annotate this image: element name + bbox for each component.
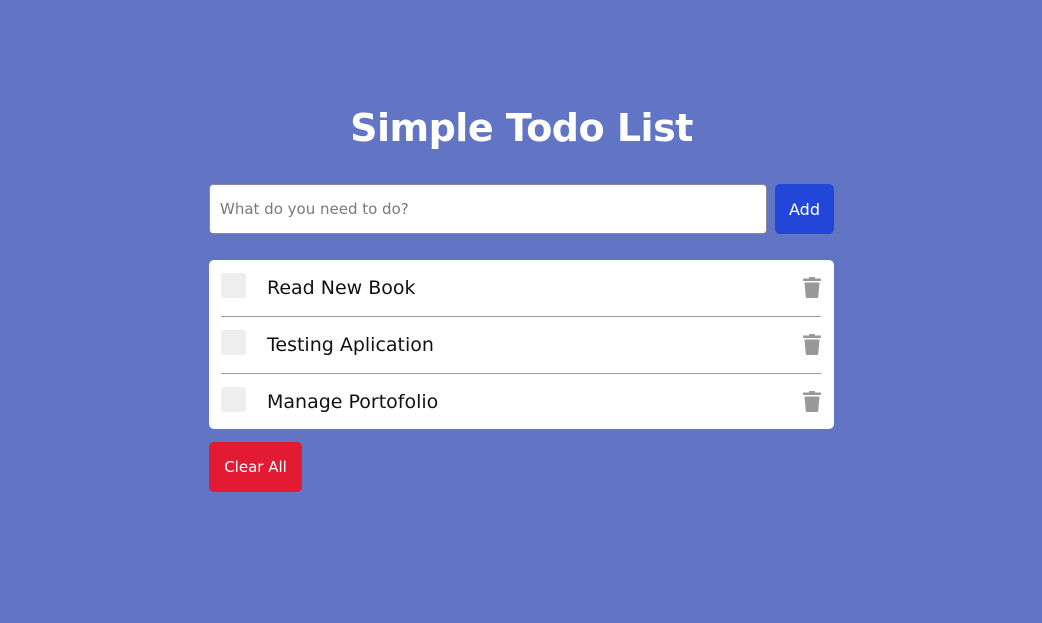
todo-checkbox[interactable] — [221, 387, 246, 412]
todo-text: Manage Portofolio — [267, 391, 439, 413]
todo-list: Read New Book Testing Aplication Manage … — [209, 260, 834, 429]
todo-checkbox[interactable] — [221, 330, 246, 355]
trash-icon[interactable] — [803, 391, 821, 412]
todo-app: Simple Todo List Add Read New Book Testi… — [209, 102, 834, 492]
clear-all-button[interactable]: Clear All — [209, 442, 302, 492]
todo-text: Testing Aplication — [267, 334, 434, 356]
todo-checkbox[interactable] — [221, 273, 246, 298]
trash-icon[interactable] — [803, 277, 821, 298]
todo-item: Read New Book — [221, 260, 821, 317]
page-title: Simple Todo List — [350, 106, 693, 150]
todo-item: Manage Portofolio — [221, 374, 821, 430]
todo-item: Testing Aplication — [221, 317, 821, 374]
add-button[interactable]: Add — [775, 184, 834, 234]
add-todo-form: Add — [209, 184, 834, 234]
todo-text: Read New Book — [267, 277, 416, 299]
todo-input[interactable] — [209, 184, 767, 234]
trash-icon[interactable] — [803, 334, 821, 355]
